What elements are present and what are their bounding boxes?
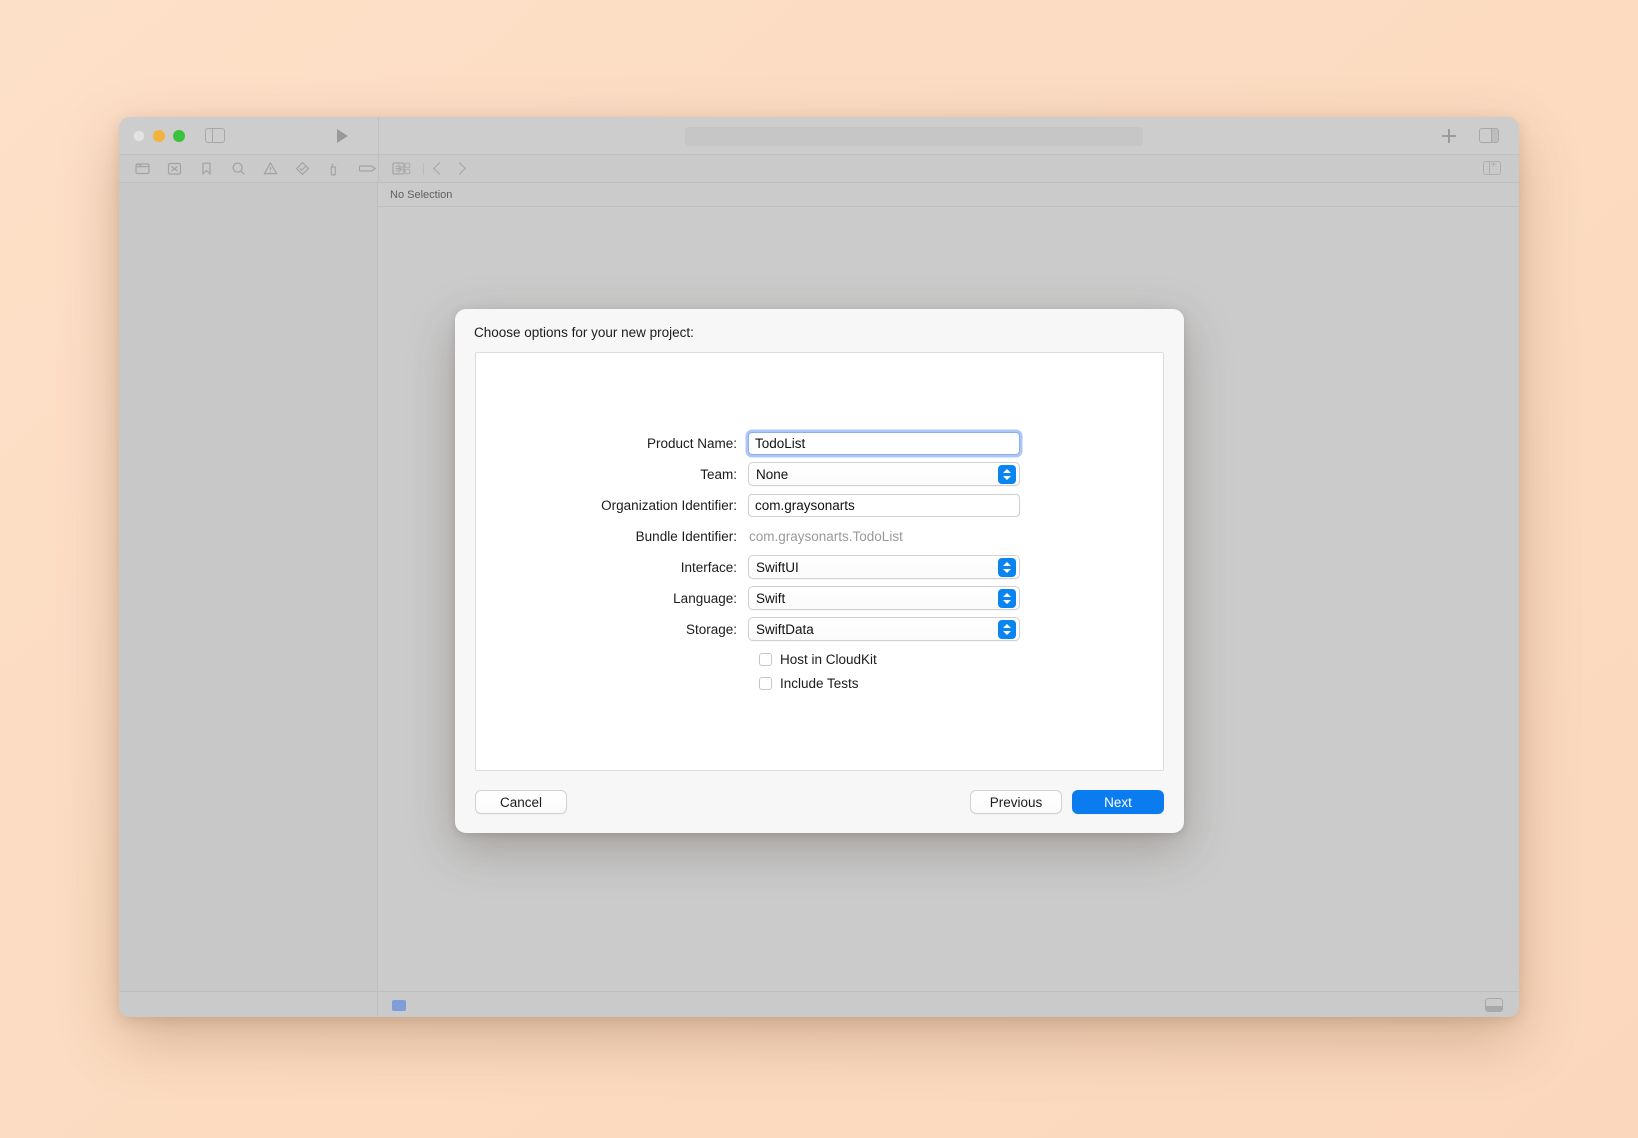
run-icon[interactable] bbox=[337, 129, 348, 143]
status-bar bbox=[119, 991, 1519, 1017]
interface-popup-button[interactable]: SwiftUI bbox=[748, 555, 1020, 579]
inspector-add-icon[interactable] bbox=[1483, 161, 1501, 175]
organization-identifier-input[interactable]: com.graysonarts bbox=[748, 494, 1020, 517]
navigator-icon-group bbox=[119, 161, 378, 176]
navigator-toolbar-divider bbox=[378, 155, 379, 182]
traffic-lights bbox=[119, 130, 185, 142]
language-popup-value: Swift bbox=[756, 591, 785, 606]
chevron-updown-icon bbox=[998, 465, 1016, 484]
product-name-input[interactable]: TodoList bbox=[748, 432, 1020, 455]
form-row-storage: Storage: SwiftData bbox=[476, 617, 1163, 641]
team-popup-value: None bbox=[756, 467, 788, 482]
chevron-updown-icon bbox=[998, 589, 1016, 608]
team-popup-button[interactable]: None bbox=[748, 462, 1020, 486]
interface-field-wrap: SwiftUI bbox=[748, 555, 1163, 579]
form-row-language: Language: Swift bbox=[476, 586, 1163, 610]
close-window-button[interactable] bbox=[133, 130, 145, 142]
chevron-right-icon[interactable] bbox=[453, 162, 466, 175]
form-row-interface: Interface: SwiftUI bbox=[476, 555, 1163, 579]
jump-bar-label: No Selection bbox=[390, 189, 452, 201]
test-navigator-icon[interactable] bbox=[295, 161, 310, 176]
chevron-updown-icon bbox=[998, 558, 1016, 577]
storage-label: Storage: bbox=[476, 622, 748, 637]
folder-icon[interactable] bbox=[135, 161, 150, 176]
bundle-identifier-value: com.graysonarts.TodoList bbox=[748, 529, 1163, 544]
include-tests-label: Include Tests bbox=[780, 676, 859, 691]
storage-popup-button[interactable]: SwiftData bbox=[748, 617, 1020, 641]
language-field-wrap: Swift bbox=[748, 586, 1163, 610]
language-popup-button[interactable]: Swift bbox=[748, 586, 1020, 610]
status-indicator-chip bbox=[392, 1000, 406, 1011]
project-options-form: Product Name: TodoList Team: None bbox=[476, 431, 1163, 697]
interface-popup-value: SwiftUI bbox=[756, 560, 799, 575]
chevron-updown-icon bbox=[998, 620, 1016, 639]
search-icon[interactable] bbox=[231, 161, 246, 176]
jump-bar[interactable]: No Selection bbox=[378, 183, 1519, 207]
titlebar-divider bbox=[378, 117, 379, 154]
activity-view bbox=[685, 127, 1143, 146]
sheet-footer: Cancel Previous Next bbox=[455, 771, 1184, 833]
product-name-field-wrap: TodoList bbox=[748, 432, 1163, 455]
related-items-icon[interactable] bbox=[397, 161, 412, 176]
storage-popup-value: SwiftData bbox=[756, 622, 814, 637]
minimize-window-button[interactable] bbox=[153, 130, 165, 142]
chevron-left-icon[interactable] bbox=[433, 162, 446, 175]
next-button[interactable]: Next bbox=[1072, 790, 1164, 814]
debug-navigator-icon[interactable] bbox=[327, 161, 342, 176]
status-bar-left bbox=[119, 992, 378, 1017]
cancel-button[interactable]: Cancel bbox=[475, 790, 567, 814]
bookmark-icon[interactable] bbox=[199, 161, 214, 176]
include-tests-row[interactable]: Include Tests bbox=[476, 673, 1163, 693]
form-row-bundle-identifier: Bundle Identifier: com.graysonarts.TodoL… bbox=[476, 524, 1163, 548]
window-titlebar bbox=[119, 117, 1519, 155]
storage-field-wrap: SwiftData bbox=[748, 617, 1163, 641]
host-in-cloudkit-row[interactable]: Host in CloudKit bbox=[476, 649, 1163, 669]
team-field-wrap: None bbox=[748, 462, 1163, 486]
zoom-window-button[interactable] bbox=[173, 130, 185, 142]
debug-area-toggle-icon[interactable] bbox=[1485, 998, 1503, 1012]
bundle-identifier-field-wrap: com.graysonarts.TodoList bbox=[748, 529, 1163, 544]
organization-identifier-field-wrap: com.graysonarts bbox=[748, 494, 1163, 517]
editor-nav-divider bbox=[423, 163, 424, 175]
language-label: Language: bbox=[476, 591, 748, 606]
form-row-product-name: Product Name: TodoList bbox=[476, 431, 1163, 455]
plus-icon[interactable] bbox=[1442, 129, 1456, 143]
host-in-cloudkit-checkbox[interactable] bbox=[759, 653, 772, 666]
new-project-options-sheet: Choose options for your new project: Pro… bbox=[455, 309, 1184, 833]
project-navigator-panel[interactable] bbox=[119, 183, 378, 991]
sidebar-toggle-icon[interactable] bbox=[205, 128, 225, 143]
form-row-organization-identifier: Organization Identifier: com.graysonarts bbox=[476, 493, 1163, 517]
interface-label: Interface: bbox=[476, 560, 748, 575]
navigator-toolbar bbox=[119, 155, 1519, 183]
sheet-title: Choose options for your new project: bbox=[455, 309, 1184, 352]
host-in-cloudkit-label: Host in CloudKit bbox=[780, 652, 877, 667]
breakpoint-navigator-icon[interactable] bbox=[359, 161, 374, 176]
organization-identifier-label: Organization Identifier: bbox=[476, 498, 748, 513]
issue-navigator-icon[interactable] bbox=[263, 161, 278, 176]
team-label: Team: bbox=[476, 467, 748, 482]
previous-button[interactable]: Previous bbox=[970, 790, 1062, 814]
form-row-team: Team: None bbox=[476, 462, 1163, 486]
sheet-content-panel: Product Name: TodoList Team: None bbox=[475, 352, 1164, 771]
include-tests-checkbox[interactable] bbox=[759, 677, 772, 690]
source-control-icon[interactable] bbox=[167, 161, 182, 176]
inspector-toggle-icon[interactable] bbox=[1479, 128, 1499, 143]
product-name-label: Product Name: bbox=[476, 436, 748, 451]
bundle-identifier-label: Bundle Identifier: bbox=[476, 529, 748, 544]
